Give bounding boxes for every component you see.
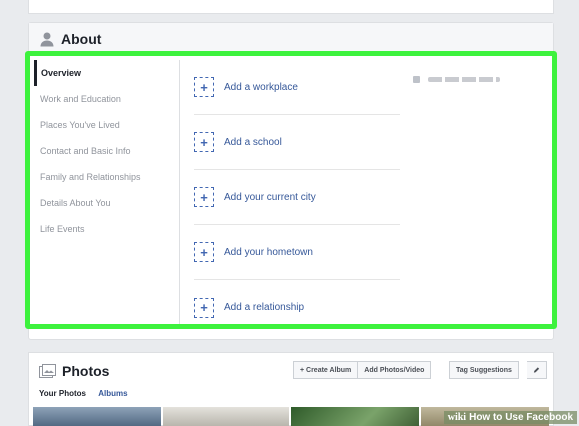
sidebar-item-family-relationships[interactable]: Family and Relationships: [34, 164, 179, 190]
wikihow-watermark: wiki How to Use Facebook: [443, 411, 577, 424]
phone-icon: [412, 75, 421, 84]
add-photos-button[interactable]: Add Photos/Video: [358, 361, 432, 379]
sidebar-item-work-education[interactable]: Work and Education: [34, 86, 179, 112]
pencil-icon: [533, 367, 540, 373]
photo-thumbnail[interactable]: [33, 407, 161, 426]
photo-thumbnail[interactable]: [163, 407, 289, 426]
add-school-row[interactable]: + Add a school: [194, 115, 400, 170]
plus-icon[interactable]: +: [194, 132, 214, 152]
contact-summary: [412, 75, 500, 84]
add-hometown-row[interactable]: + Add your hometown: [194, 225, 400, 280]
about-sidebar: Overview Work and Education Places You'v…: [34, 60, 180, 324]
add-current-city-row[interactable]: + Add your current city: [194, 170, 400, 225]
sidebar-item-places-lived[interactable]: Places You've Lived: [34, 112, 179, 138]
watermark-brand: wiki: [447, 412, 467, 423]
plus-icon[interactable]: +: [194, 187, 214, 207]
tag-suggestions-button[interactable]: Tag Suggestions: [449, 361, 519, 379]
tab-your-photos[interactable]: Your Photos: [39, 389, 86, 398]
sidebar-item-overview[interactable]: Overview: [34, 60, 179, 86]
add-school-link[interactable]: Add a school: [224, 137, 282, 148]
photos-button-group: + Create Album Add Photos/Video: [293, 361, 432, 379]
tab-albums[interactable]: Albums: [98, 389, 127, 398]
add-relationship-row[interactable]: + Add a relationship: [194, 280, 400, 335]
watermark-text: How to Use Facebook: [469, 412, 573, 423]
edit-pencil-button[interactable]: [527, 361, 547, 379]
photo-thumbnail[interactable]: [291, 407, 419, 426]
person-icon: [39, 31, 55, 47]
add-relationship-link[interactable]: Add a relationship: [224, 302, 304, 313]
plus-icon[interactable]: +: [194, 297, 214, 318]
add-workplace-link[interactable]: Add a workplace: [224, 82, 298, 93]
plus-icon[interactable]: +: [194, 77, 214, 97]
photos-header: Photos: [39, 363, 109, 379]
add-workplace-row[interactable]: + Add a workplace: [194, 60, 400, 115]
plus-icon[interactable]: +: [194, 242, 214, 262]
previous-card-strip: [28, 0, 554, 14]
photos-title: Photos: [62, 363, 110, 379]
create-album-button[interactable]: + Create Album: [293, 361, 359, 379]
sidebar-item-life-events[interactable]: Life Events: [34, 216, 179, 242]
about-header: About: [29, 23, 553, 55]
sidebar-item-contact-info[interactable]: Contact and Basic Info: [34, 138, 179, 164]
add-current-city-link[interactable]: Add your current city: [224, 192, 316, 203]
photos-tabs: Your Photos Albums: [39, 389, 138, 398]
blurred-contact-text: [428, 77, 500, 82]
about-title: About: [61, 30, 102, 47]
overview-content: + Add a workplace + Add a school + Add y…: [194, 60, 400, 335]
sidebar-item-details-about-you[interactable]: Details About You: [34, 190, 179, 216]
add-hometown-link[interactable]: Add your hometown: [224, 247, 313, 258]
photos-icon: [39, 363, 56, 379]
